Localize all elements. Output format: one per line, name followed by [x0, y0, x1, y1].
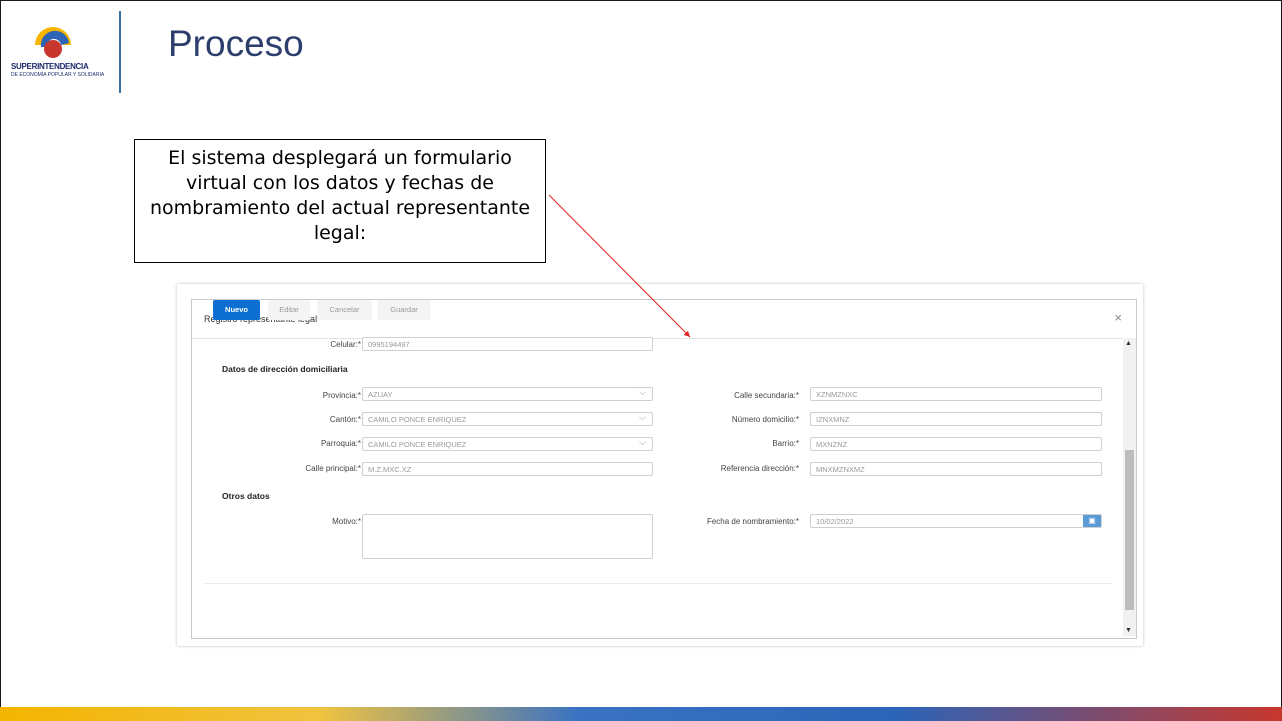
guardar-button[interactable]: Guardar [377, 300, 431, 320]
numero-domicilio-label: Número domicilio:* [731, 415, 799, 424]
fecha-value: 10/02/2022 [816, 517, 854, 526]
barrio-field[interactable]: MXNZNZ [810, 437, 1102, 451]
section-otros: Otros datos [222, 491, 270, 501]
motivo-label: Motivo:* [332, 517, 361, 526]
canton-label: Cantón:* [329, 415, 361, 424]
parroquia-select[interactable]: CAMILO PONCE ENRIQUEZ [362, 437, 653, 451]
callout-box: El sistema desplegará un formulario virt… [134, 139, 546, 263]
referencia-field[interactable]: MNXMZNXMZ [810, 462, 1102, 476]
logo-text: SUPERINTENDENCIA [11, 62, 89, 71]
calendar-icon[interactable]: ▣ [1083, 515, 1101, 527]
referencia-label: Referencia dirección:* [720, 464, 799, 473]
nuevo-button[interactable]: Nuevo [213, 300, 260, 320]
celular-field[interactable]: 0995194497 [362, 337, 653, 351]
slide: SUPERINTENDENCIA DE ECONOMÍA POPULAR Y S… [0, 0, 1282, 721]
provincia-label: Provincia:* [322, 391, 361, 400]
celular-label: Celular:* [330, 340, 361, 349]
provincia-select[interactable]: AZUAY [362, 387, 653, 401]
canton-select[interactable]: CAMILO PONCE ENRIQUEZ [362, 412, 653, 426]
title-divider [119, 11, 121, 93]
close-icon[interactable]: × [1114, 310, 1122, 325]
fecha-label: Fecha de nombramiento:* [706, 517, 799, 526]
bottom-color-bar [0, 707, 1282, 721]
scroll-thumb[interactable] [1125, 450, 1134, 610]
registro-modal: Registro representante legal × Celular:*… [191, 299, 1137, 639]
numero-domicilio-field[interactable]: IZNXMNZ [810, 412, 1102, 426]
motivo-textarea[interactable] [362, 514, 653, 559]
section-direccion: Datos de dirección domiciliaria [222, 364, 348, 374]
editar-button[interactable]: Editar [268, 300, 310, 320]
parroquia-label: Parroquia:* [320, 439, 361, 448]
cancelar-button[interactable]: Cancelar [317, 300, 372, 320]
scroll-up-icon[interactable]: ▲ [1125, 340, 1132, 347]
slide-title: Proceso [168, 23, 304, 64]
scroll-down-icon[interactable]: ▼ [1125, 627, 1132, 634]
fecha-field[interactable]: 10/02/2022 ▣ [810, 514, 1102, 528]
calle-principal-label: Calle principal:* [305, 464, 361, 473]
calle-secundaria-label: Calle secundaria:* [734, 391, 799, 400]
modal-footer [204, 583, 1112, 638]
calle-principal-field[interactable]: M.Z.MXC.XZ [362, 462, 653, 476]
logo-emblem-icon [35, 27, 71, 58]
barrio-label: Barrio:* [772, 439, 799, 448]
calle-secundaria-field[interactable]: XZNMZNXC [810, 387, 1102, 401]
modal-scrollbar[interactable]: ▲ ▼ [1123, 338, 1136, 636]
logo-subtext: DE ECONOMÍA POPULAR Y SOLIDARIA [11, 72, 105, 78]
logo: SUPERINTENDENCIA DE ECONOMÍA POPULAR Y S… [9, 15, 113, 85]
